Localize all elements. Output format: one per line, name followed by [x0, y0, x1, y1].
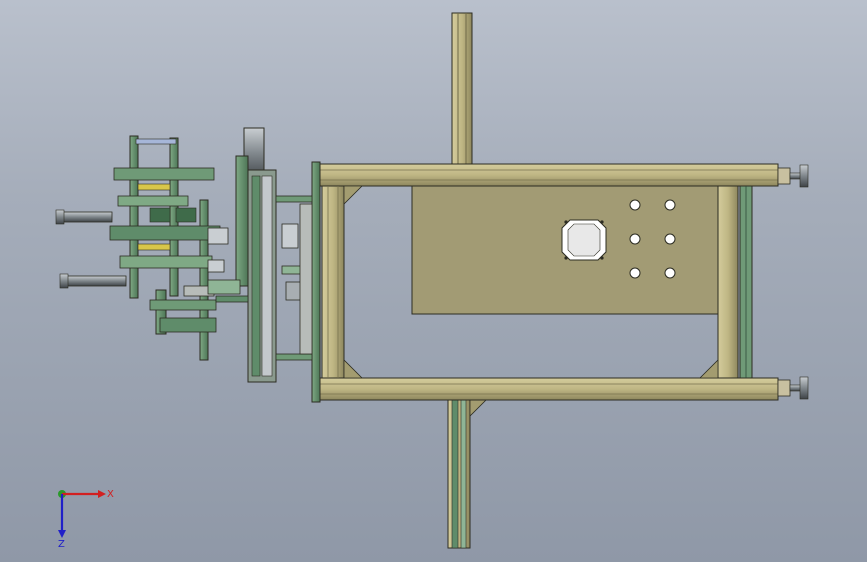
vertical-column[interactable] [451, 12, 473, 166]
leveling-foot-top[interactable] [777, 164, 809, 188]
x-axis-label: X [107, 489, 114, 500]
cylinder-top[interactable] [135, 138, 177, 145]
cylinder-lower[interactable] [59, 273, 127, 289]
leveling-foot-bottom[interactable] [777, 376, 809, 400]
view-triad: X Z [58, 489, 114, 550]
motor-mount-cutout [561, 219, 607, 261]
linear-slide-module[interactable] [235, 127, 313, 383]
gripper-fixture-assembly[interactable] [109, 135, 249, 361]
lower-column[interactable] [447, 397, 489, 549]
cad-graphics-area[interactable]: X Z [0, 0, 867, 562]
base-plate[interactable] [411, 185, 719, 315]
assembly-model[interactable] [0, 0, 867, 562]
z-axis-label: Z [58, 539, 65, 550]
cylinder-upper[interactable] [55, 209, 113, 225]
